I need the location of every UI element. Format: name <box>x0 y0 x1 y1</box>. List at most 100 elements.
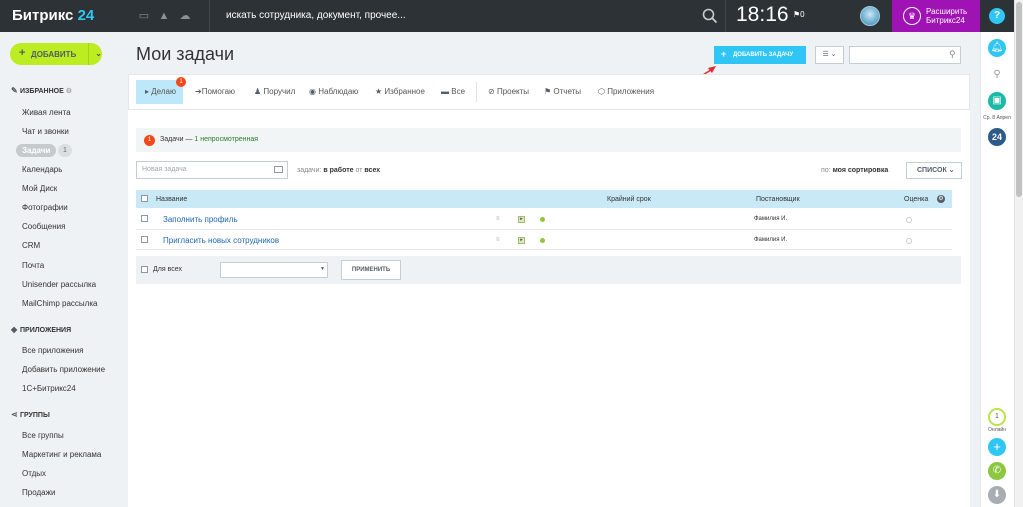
row-checkbox[interactable] <box>141 236 148 243</box>
add-task-label: ДОБАВИТЬ ЗАДАЧУ <box>733 52 794 58</box>
apps-header[interactable]: ◆ ПРИЛОЖЕНИЯ <box>11 325 71 334</box>
tab-doing-badge: 1 <box>176 77 186 87</box>
tab-assigned[interactable]: ♟ Поручил <box>254 87 295 96</box>
rail-add-icon[interactable]: + <box>988 438 1006 456</box>
sidebar-item-marketing[interactable]: Маркетинг и реклама <box>22 450 101 459</box>
apply-button[interactable]: ПРИМЕНИТЬ <box>341 260 401 280</box>
sidebar-item-mailchimp[interactable]: MailChimp рассылка <box>22 299 97 308</box>
notice-unread-link[interactable]: 1 непросмотренная <box>194 136 258 143</box>
filter-search-input[interactable] <box>849 46 961 64</box>
sort-value-link[interactable]: моя сортировка <box>833 167 889 174</box>
calendar-icon[interactable]: ▣ <box>988 92 1006 110</box>
sidebar-item-sales[interactable]: Продажи <box>22 488 55 497</box>
sidebar-item-crm[interactable]: CRM <box>22 241 40 250</box>
sidebar-item-all-apps[interactable]: Все приложения <box>22 346 83 355</box>
table-row-title[interactable]: Заполнить профиль <box>163 215 238 224</box>
sidebar-item-mail[interactable]: Почта <box>22 261 44 270</box>
sidebar-item-1c[interactable]: 1С+Битрикс24 <box>22 384 76 393</box>
sidebar-item-all-groups[interactable]: Все группы <box>22 431 64 440</box>
new-task-input[interactable]: Новая задача <box>136 161 288 179</box>
flag-counter[interactable]: ⚑0 <box>793 10 805 19</box>
sidebar-item-unisender[interactable]: Unisender рассылка <box>22 280 96 289</box>
settings-gear-icon[interactable]: ⚙ <box>66 88 72 95</box>
for-all-checkbox[interactable] <box>141 266 148 273</box>
column-deadline[interactable]: Крайний срок <box>607 196 651 203</box>
search-icon[interactable] <box>702 8 718 24</box>
add-button[interactable]: + ДОБАВИТЬ ⌄ <box>10 43 102 65</box>
list-button[interactable]: СПИСОК ⌄ <box>906 162 962 179</box>
row-menu-icon[interactable]: ≡ <box>496 216 500 222</box>
sidebar-item-messages[interactable]: Сообщения <box>22 222 65 231</box>
bell-icon[interactable]: ▲ <box>158 10 170 22</box>
tab-projects[interactable]: ⊘ Проекты <box>488 87 529 96</box>
user-avatar[interactable] <box>860 6 880 26</box>
tab-doing[interactable]: ▸ Делаю <box>145 87 176 96</box>
tab-favorites[interactable]: ★ Избранное <box>375 87 425 96</box>
sidebar-item-disk[interactable]: Мой Диск <box>22 184 57 193</box>
tab-reports[interactable]: ⚑ Отчеты <box>544 87 581 96</box>
row-checkbox[interactable] <box>141 215 148 222</box>
tab-helping-label: Помогаю <box>201 87 236 96</box>
groups-header[interactable]: ⋖ ГРУППЫ <box>11 410 50 419</box>
keyboard-icon[interactable] <box>274 166 283 173</box>
column-author[interactable]: Постановщик <box>756 196 800 203</box>
flag-count: 0 <box>800 10 805 19</box>
select-arrow-icon[interactable]: ▼ <box>320 266 325 272</box>
upgrade-line-2: Битрикс24 <box>926 16 965 25</box>
help-icon[interactable]: ? <box>989 8 1005 24</box>
scrollbar-thumb[interactable] <box>1016 2 1022 197</box>
tab-watching[interactable]: ◉ Наблюдаю <box>309 87 358 96</box>
tab-apps[interactable]: ⬡ Приложения <box>598 87 654 96</box>
favorites-header[interactable]: ✎ ИЗБРАННОЕ ⚙ <box>11 86 72 95</box>
notification-bell-icon[interactable]: 🔔︎ <box>988 39 1006 57</box>
action-select[interactable] <box>220 262 328 278</box>
add-button-label: ДОБАВИТЬ <box>31 50 77 59</box>
chat-icon[interactable]: ▭ <box>138 10 150 22</box>
add-task-button[interactable]: + ДОБАВИТЬ ЗАДАЧУ <box>714 46 806 64</box>
list-button-label: СПИСОК <box>917 167 947 174</box>
sidebar-item-calendar[interactable]: Календарь <box>22 165 62 174</box>
table-settings-gear-icon[interactable]: ⚙ <box>937 195 945 203</box>
view-mode-button[interactable]: ☰ ⌄ <box>815 46 844 64</box>
upgrade-line-1: Расширить <box>926 7 968 16</box>
sidebar-item-add-app[interactable]: Добавить приложение <box>22 365 105 374</box>
row-start-icon[interactable]: ▸ <box>518 216 525 223</box>
sidebar-item-photos[interactable]: Фотографии <box>22 203 68 212</box>
download-icon[interactable]: ⬇ <box>988 486 1006 504</box>
row-menu-icon[interactable]: ≡ <box>496 237 500 243</box>
row-rating-icon[interactable] <box>906 238 912 244</box>
filter-search-icon[interactable]: ⚲ <box>949 49 956 60</box>
crown-icon: ♛ <box>903 7 921 25</box>
list-view-icon: ☰ <box>822 51 829 58</box>
tab-all[interactable]: ▬ Все <box>441 87 465 96</box>
notice-bar <box>136 128 961 152</box>
chevron-down-icon[interactable]: ⌄ <box>88 43 102 65</box>
from-filter-link[interactable]: всех <box>364 167 380 174</box>
groups-header-label: ГРУППЫ <box>20 412 50 419</box>
pin-icon: ✎ <box>11 86 18 95</box>
row-rating-icon[interactable] <box>906 217 912 223</box>
sidebar-item-tasks[interactable]: Задачи <box>16 144 56 157</box>
phone-icon[interactable]: ✆ <box>988 462 1006 480</box>
cloud-icon[interactable]: ☁ <box>179 10 191 22</box>
logo[interactable]: Битрикс 24 <box>12 7 94 24</box>
person-icon: ♟ <box>254 87 262 96</box>
search-input[interactable]: искать сотрудника, документ, прочее... <box>226 10 406 21</box>
topbar-divider <box>209 0 210 32</box>
row-start-icon[interactable]: ▸ <box>518 237 525 244</box>
status-filter-link[interactable]: в работе <box>323 167 353 174</box>
bitrix24-icon[interactable]: 24 <box>988 128 1006 146</box>
rail-search-icon[interactable]: ⚲ <box>988 66 1006 84</box>
table-row-title[interactable]: Пригласить новых сотрудников <box>163 236 279 245</box>
column-title[interactable]: Название <box>156 196 187 203</box>
sidebar-item-feed[interactable]: Живая лента <box>22 108 71 117</box>
clock-time[interactable]: 18:16 <box>736 3 789 27</box>
sidebar-item-chat[interactable]: Чат и звонки <box>22 127 69 136</box>
row-author[interactable]: Фамилия И. <box>754 237 787 243</box>
tab-helping[interactable]: ➔Помогаю <box>195 87 235 96</box>
online-counter[interactable]: 1 <box>988 408 1006 426</box>
column-rating[interactable]: Оценка <box>904 196 928 203</box>
row-author[interactable]: Фамилия И. <box>754 216 787 222</box>
select-all-checkbox[interactable] <box>141 195 148 202</box>
sidebar-item-rest[interactable]: Отдых <box>22 469 46 478</box>
